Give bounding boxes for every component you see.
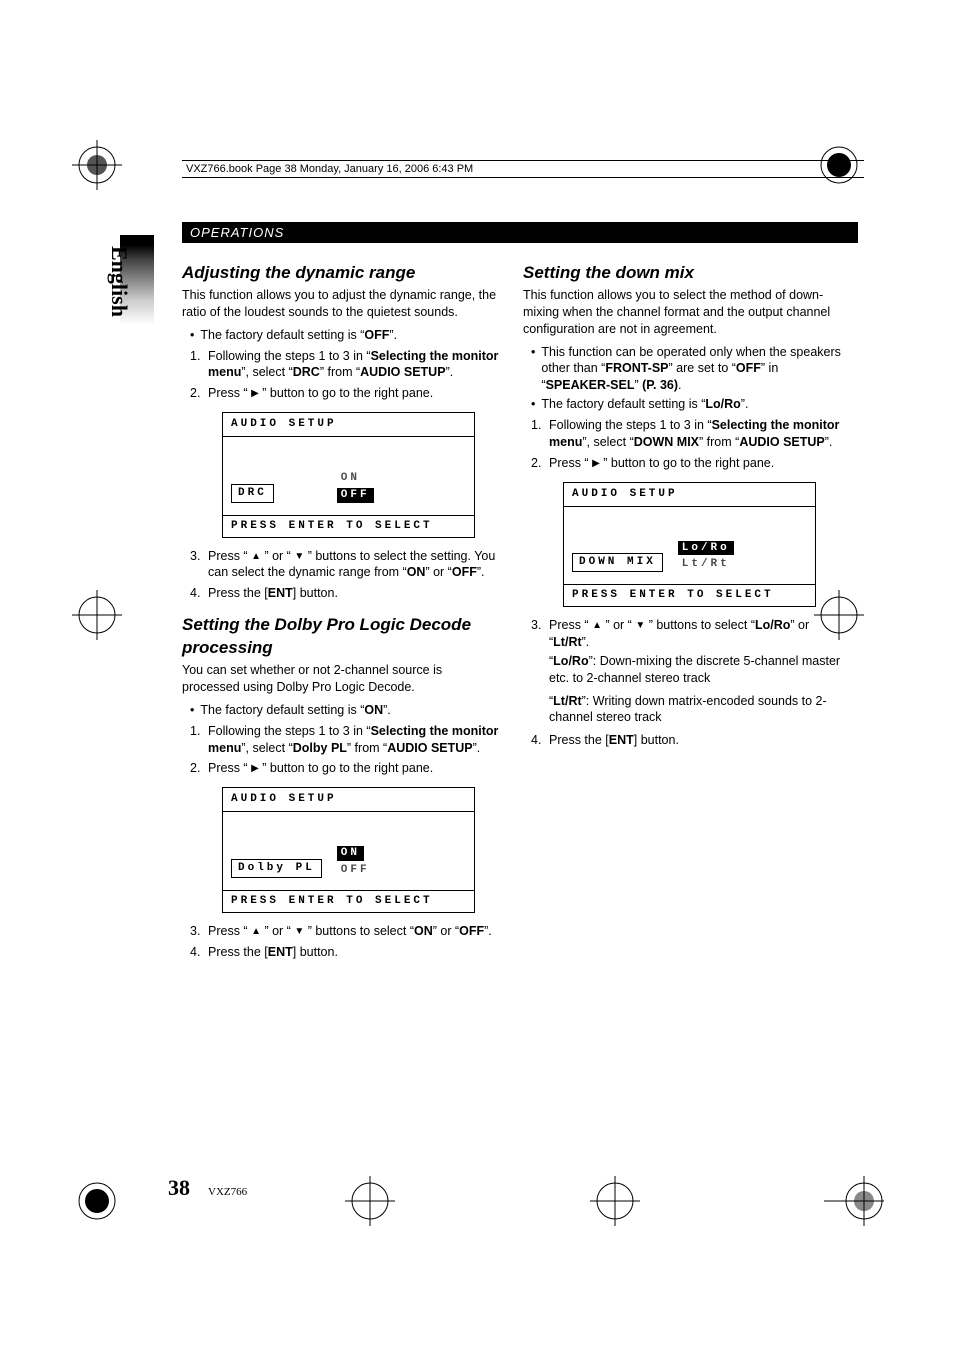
regmark-icon xyxy=(590,1176,640,1226)
content-columns: Adjusting the dynamic range This functio… xyxy=(182,260,842,962)
up-arrow-icon: ▲ xyxy=(251,925,261,939)
regmark-icon xyxy=(824,1176,884,1226)
osd-title: AUDIO SETUP xyxy=(223,413,474,437)
left-column: Adjusting the dynamic range This functio… xyxy=(182,260,501,962)
regmark-icon xyxy=(72,140,122,190)
heading-drc: Adjusting the dynamic range xyxy=(182,262,501,285)
step-downmix-3: 3. Press “ ▲ ” or “ ▼ ” buttons to selec… xyxy=(531,617,842,651)
step-drc-2: 2. Press “ ▶ ” button to go to the right… xyxy=(190,385,501,402)
osd-footer: PRESS ENTER TO SELECT xyxy=(564,584,815,606)
down-arrow-icon: ▼ xyxy=(294,550,304,564)
down-arrow-icon: ▼ xyxy=(635,619,645,633)
osd-item: DOWN MIX xyxy=(572,553,663,572)
note-ltrt: “Lt/Rt”: Writing down matrix-encoded sou… xyxy=(549,693,842,727)
page-number: 38 xyxy=(168,1175,190,1200)
step-dolbypl-2: 2. Press “ ▶ ” button to go to the right… xyxy=(190,760,501,777)
step-dolbypl-1: 1. Following the steps 1 to 3 in “Select… xyxy=(190,723,501,757)
note-loro: “Lo/Ro”: Down-mixing the discrete 5-chan… xyxy=(549,653,842,687)
regmark-icon xyxy=(345,1176,395,1226)
osd-option-on-selected: ON xyxy=(337,846,364,861)
step-downmix-1: 1. Following the steps 1 to 3 in “Select… xyxy=(531,417,842,451)
right-arrow-icon: ▶ xyxy=(251,762,259,776)
heading-downmix: Setting the down mix xyxy=(523,262,842,285)
bullet-drc-default: The factory default setting is “OFF”. xyxy=(190,327,501,344)
step-dolbypl-4: 4. Press the [ENT] button. xyxy=(190,944,501,961)
down-arrow-icon: ▼ xyxy=(294,925,304,939)
osd-dolbypl: AUDIO SETUP Dolby PL ON OFF PRESS ENTER … xyxy=(222,787,475,912)
intro-drc: This function allows you to adjust the d… xyxy=(182,287,501,321)
up-arrow-icon: ▲ xyxy=(592,619,602,633)
bullet-dolbypl-default: The factory default setting is “ON”. xyxy=(190,702,501,719)
language-label: English xyxy=(106,246,132,317)
regmark-icon xyxy=(72,590,122,640)
section-title: OPERATIONS xyxy=(190,225,284,240)
right-arrow-icon: ▶ xyxy=(592,457,600,471)
osd-title: AUDIO SETUP xyxy=(564,483,815,507)
intro-downmix: This function allows you to select the m… xyxy=(523,287,842,338)
regmark-icon xyxy=(72,1176,122,1226)
step-drc-3: 3. Press “ ▲ ” or “ ▼ ” buttons to selec… xyxy=(190,548,501,582)
step-dolbypl-3: 3. Press “ ▲ ” or “ ▼ ” buttons to selec… xyxy=(190,923,501,940)
right-column: Setting the down mix This function allow… xyxy=(523,260,842,962)
osd-option-off: OFF xyxy=(337,863,466,878)
osd-option-ltrt: Lt/Rt xyxy=(678,557,807,572)
page: VXZ766.book Page 38 Monday, January 16, … xyxy=(0,0,954,1351)
osd-drc: AUDIO SETUP DRC ON OFF PRESS ENTER TO SE… xyxy=(222,412,475,537)
osd-option-off-selected: OFF xyxy=(337,488,374,503)
up-arrow-icon: ▲ xyxy=(251,550,261,564)
model-code: VXZ766 xyxy=(208,1186,247,1198)
section-title-bar: OPERATIONS xyxy=(182,222,858,243)
heading-dolbypl: Setting the Dolby Pro Logic Decode proce… xyxy=(182,614,501,660)
step-drc-1: 1. Following the steps 1 to 3 in “Select… xyxy=(190,348,501,382)
osd-title: AUDIO SETUP xyxy=(223,788,474,812)
print-header-text: VXZ766.book Page 38 Monday, January 16, … xyxy=(186,163,473,175)
osd-item: DRC xyxy=(231,484,274,503)
bullet-downmix-condition: This function can be operated only when … xyxy=(531,344,842,395)
osd-downmix: AUDIO SETUP DOWN MIX Lo/Ro Lt/Rt PRESS E… xyxy=(563,482,816,607)
step-drc-4: 4. Press the [ENT] button. xyxy=(190,585,501,602)
bullet-downmix-default: The factory default setting is “Lo/Ro”. xyxy=(531,396,842,413)
print-header: VXZ766.book Page 38 Monday, January 16, … xyxy=(182,160,864,178)
osd-item: Dolby PL xyxy=(231,859,322,878)
step-downmix-4: 4. Press the [ENT] button. xyxy=(531,732,842,749)
page-footer: 38 VXZ766 xyxy=(168,1175,247,1201)
step-downmix-2: 2. Press “ ▶ ” button to go to the right… xyxy=(531,455,842,472)
osd-option-loro-selected: Lo/Ro xyxy=(678,541,734,556)
right-arrow-icon: ▶ xyxy=(251,387,259,401)
osd-footer: PRESS ENTER TO SELECT xyxy=(223,890,474,912)
intro-dolbypl: You can set whether or not 2-channel sou… xyxy=(182,662,501,696)
osd-option-on: ON xyxy=(337,471,466,486)
osd-footer: PRESS ENTER TO SELECT xyxy=(223,515,474,537)
